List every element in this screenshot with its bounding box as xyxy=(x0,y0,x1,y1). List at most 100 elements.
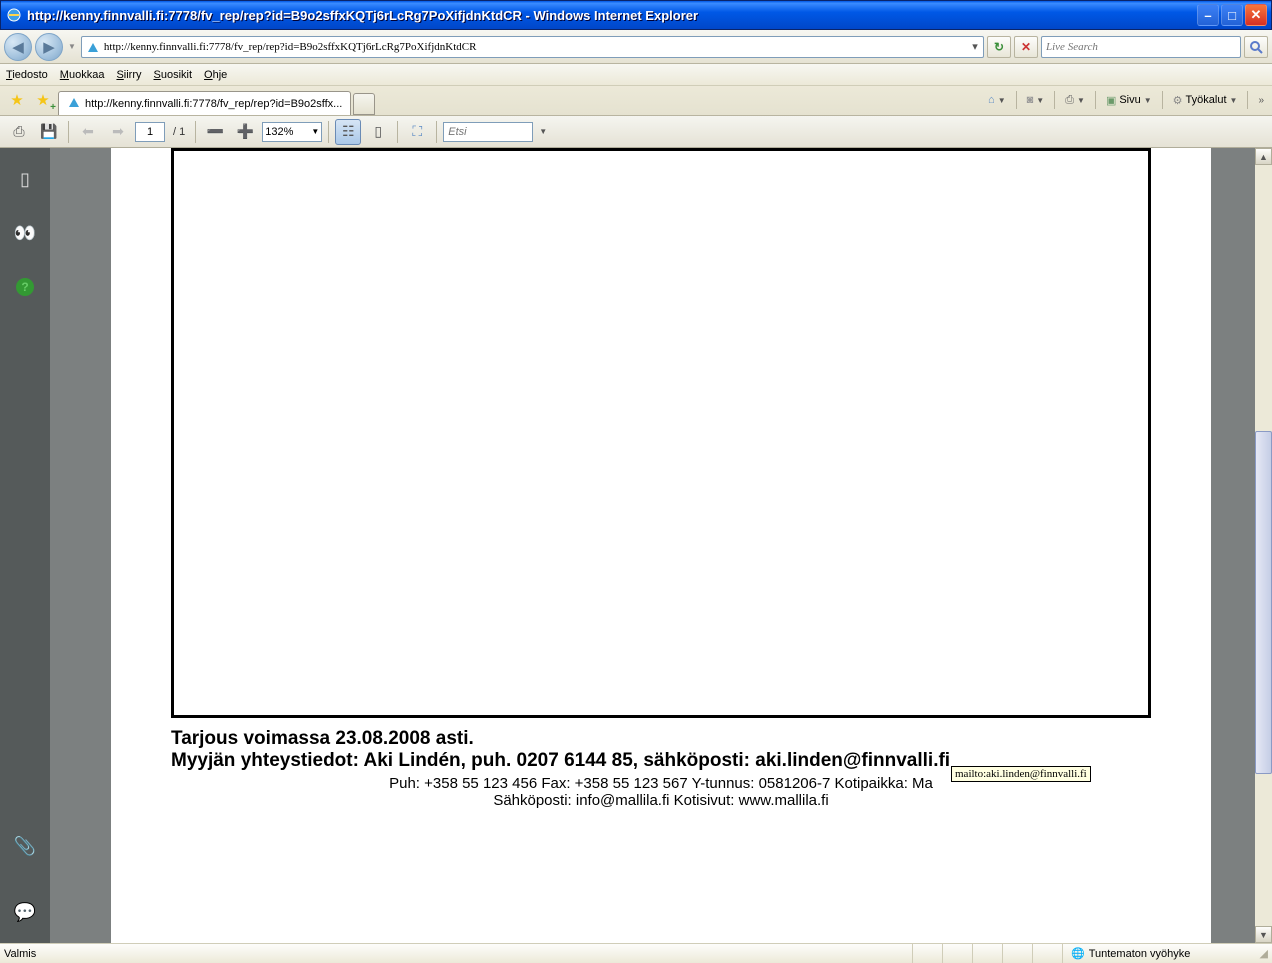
pdf-zoom-value: 132% xyxy=(265,126,293,138)
pdf-save-button[interactable]: 💾 xyxy=(36,119,62,145)
page-menu-button[interactable]: ▣Sivu▼ xyxy=(1102,89,1156,111)
status-cell xyxy=(1002,944,1032,963)
ie-logo-icon xyxy=(5,6,23,24)
menu-ohje[interactable]: Ohje xyxy=(204,69,227,81)
page-icon: ▣ xyxy=(1106,94,1116,107)
back-button[interactable]: ◀ xyxy=(4,33,32,61)
pdf-document-view[interactable]: Tarjous voimassa 23.08.2008 asti. Myyjän… xyxy=(50,148,1272,943)
nav-dropdown-icon[interactable]: ▼ xyxy=(66,42,78,51)
pdf-help-button[interactable]: ? xyxy=(12,274,38,300)
page-menu-label: Sivu xyxy=(1119,94,1140,106)
window-close-button[interactable]: ✕ xyxy=(1245,4,1267,26)
separator xyxy=(1054,91,1055,109)
status-text: Valmis xyxy=(4,948,912,960)
pdf-binoculars-button[interactable]: 👀 xyxy=(12,220,38,246)
add-favorite-button[interactable]: ★ xyxy=(32,89,54,111)
pdf-page-total: / 1 xyxy=(169,126,189,138)
scroll-up-button[interactable]: ▲ xyxy=(1255,148,1272,165)
address-bar[interactable]: ▾ xyxy=(81,36,984,58)
scroll-down-button[interactable]: ▼ xyxy=(1255,926,1272,943)
window-titlebar: http://kenny.finnvalli.fi:7778/fv_rep/re… xyxy=(0,0,1272,30)
pdf-print-button[interactable]: ⎙ xyxy=(6,119,32,145)
zone-label: Tuntematon vyöhyke xyxy=(1089,948,1191,960)
pdf-fit-page-button[interactable]: ⛶ xyxy=(404,119,430,145)
printer-icon: ⎙ xyxy=(1065,94,1074,107)
vertical-scrollbar[interactable]: ▲ ▼ xyxy=(1255,148,1272,943)
status-bar: Valmis 🌐 Tuntematon vyöhyke ◢ xyxy=(0,943,1272,963)
pdf-single-page-button[interactable]: ▯ xyxy=(365,119,391,145)
status-cell xyxy=(912,944,942,963)
pdf-pages-panel-button[interactable]: ▯ xyxy=(12,166,38,192)
refresh-button[interactable]: ↻ xyxy=(987,36,1011,58)
scroll-thumb[interactable] xyxy=(1255,431,1272,773)
pdf-comments-button[interactable]: 💬 xyxy=(12,899,38,925)
separator xyxy=(1162,91,1163,109)
window-maximize-button[interactable]: □ xyxy=(1221,4,1243,26)
new-tab-button[interactable] xyxy=(353,93,375,115)
tab-bar: ★ ★ http://kenny.finnvalli.fi:7778/fv_re… xyxy=(0,86,1272,116)
command-overflow-button[interactable]: » xyxy=(1254,95,1268,106)
save-icon: 💾 xyxy=(40,123,57,140)
gear-icon: ⚙ xyxy=(1173,94,1183,107)
pdf-zoom-select[interactable]: 132%▼ xyxy=(262,122,322,142)
pdf-find-input[interactable] xyxy=(443,122,533,142)
printer-icon: ⎙ xyxy=(13,123,24,140)
window-title: http://kenny.finnvalli.fi:7778/fv_rep/re… xyxy=(27,8,1197,23)
address-dropdown-icon[interactable]: ▾ xyxy=(967,40,983,53)
pdf-zoom-in-button[interactable]: ➕ xyxy=(232,119,258,145)
window-minimize-button[interactable]: – xyxy=(1197,4,1219,26)
print-button[interactable]: ⎙▼ xyxy=(1061,89,1089,111)
pdf-find-dropdown-icon[interactable]: ▼ xyxy=(537,127,549,136)
rss-icon: ◙ xyxy=(1027,94,1034,106)
home-icon: ⌂ xyxy=(988,94,995,106)
favorites-center-button[interactable]: ★ xyxy=(6,89,28,111)
pdf-prev-page-button[interactable]: ⬅ xyxy=(75,119,101,145)
pdf-attachments-button[interactable]: 📎 xyxy=(12,833,38,859)
separator xyxy=(436,121,437,143)
menu-suosikit[interactable]: Suosikit xyxy=(154,69,193,81)
tab-title: http://kenny.finnvalli.fi:7778/fv_rep/re… xyxy=(85,98,342,110)
resize-grip[interactable]: ◢ xyxy=(1252,947,1268,960)
separator xyxy=(68,121,69,143)
search-box[interactable] xyxy=(1041,36,1241,58)
separator xyxy=(1016,91,1017,109)
binoculars-icon: 👀 xyxy=(14,223,36,244)
separator xyxy=(1095,91,1096,109)
separator xyxy=(397,121,398,143)
stop-button[interactable]: ✕ xyxy=(1014,36,1038,58)
menu-siirry[interactable]: Siirry xyxy=(116,69,141,81)
scroll-track[interactable] xyxy=(1255,165,1272,926)
forward-button[interactable]: ▶ xyxy=(35,33,63,61)
fit-icon: ⛶ xyxy=(412,123,422,140)
scroll-icon: ☷ xyxy=(342,123,355,140)
company-web-line: Sähköposti: info@mallila.fi Kotisivut: w… xyxy=(171,792,1151,809)
feeds-button[interactable]: ◙▼ xyxy=(1023,89,1049,111)
seller-contact-prefix: Myyjän yhteystiedot: Aki Lindén, puh. 02… xyxy=(171,750,755,771)
offer-valid-line: Tarjous voimassa 23.08.2008 asti. xyxy=(171,728,1151,750)
menu-tiedosto[interactable]: Tiedosto xyxy=(6,69,48,81)
minus-icon: ➖ xyxy=(207,123,224,140)
separator xyxy=(328,121,329,143)
menu-bar: Tiedosto Muokkaa Siirry Suosikit Ohje xyxy=(0,64,1272,86)
search-button[interactable] xyxy=(1244,36,1268,58)
security-zone[interactable]: 🌐 Tuntematon vyöhyke xyxy=(1062,944,1252,963)
seller-email-link[interactable]: aki.linden@finnvalli.fi xyxy=(755,750,950,771)
status-cell xyxy=(1032,944,1062,963)
separator xyxy=(195,121,196,143)
status-cell xyxy=(942,944,972,963)
pdf-page-input[interactable] xyxy=(135,122,165,142)
search-input[interactable] xyxy=(1042,41,1240,53)
comment-icon: 💬 xyxy=(14,902,36,923)
browser-tab[interactable]: http://kenny.finnvalli.fi:7778/fv_rep/re… xyxy=(58,91,351,115)
plus-icon: ➕ xyxy=(237,123,254,140)
home-button[interactable]: ⌂▼ xyxy=(984,89,1010,111)
tools-menu-label: Työkalut xyxy=(1186,94,1227,106)
single-page-icon: ▯ xyxy=(374,123,382,140)
paperclip-icon: 📎 xyxy=(14,836,36,857)
pdf-zoom-out-button[interactable]: ➖ xyxy=(202,119,228,145)
pdf-scroll-mode-button[interactable]: ☷ xyxy=(335,119,361,145)
menu-muokkaa[interactable]: Muokkaa xyxy=(60,69,105,81)
url-input[interactable] xyxy=(104,37,967,57)
pdf-next-page-button[interactable]: ➡ xyxy=(105,119,131,145)
tools-menu-button[interactable]: ⚙Työkalut▼ xyxy=(1169,89,1242,111)
